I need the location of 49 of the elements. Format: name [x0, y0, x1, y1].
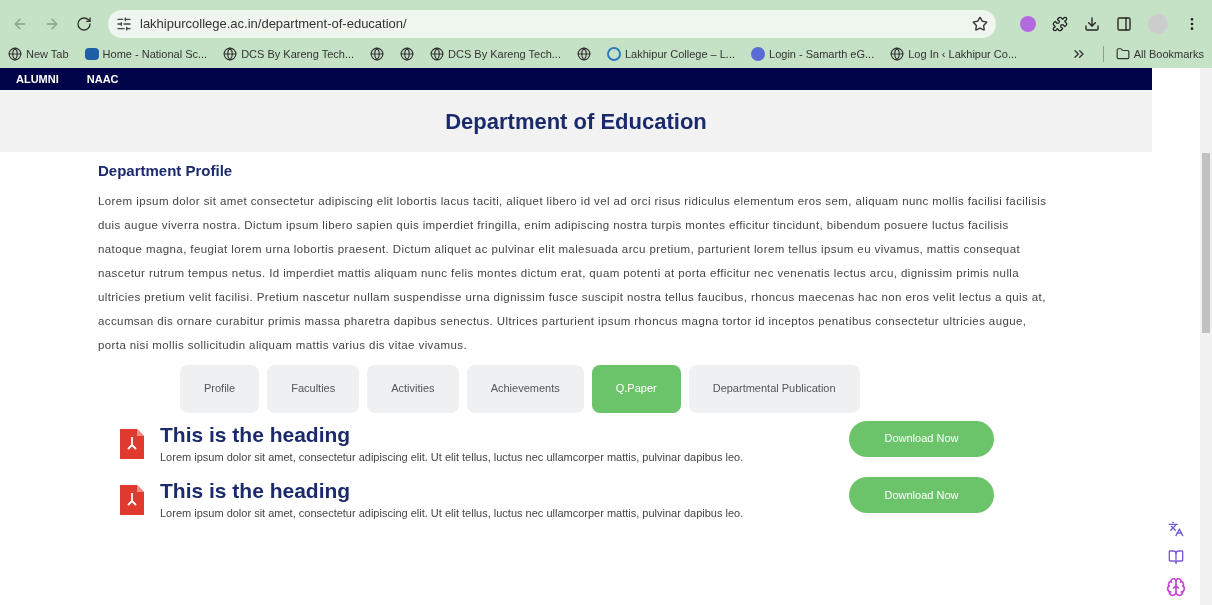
site-info-icon[interactable]	[116, 16, 132, 32]
globe-icon	[400, 47, 415, 61]
nav-link[interactable]: ALUMNI	[16, 70, 59, 88]
page-title: Department of Education	[445, 107, 707, 136]
all-bookmarks[interactable]: All Bookmarks	[1102, 45, 1204, 63]
url-text: lakhipurcollege.ac.in/department-of-education/	[140, 15, 408, 34]
globe-icon	[890, 47, 905, 61]
profile-paragraph: Lorem ipsum dolor sit amet consectetur adipiscing elit lobortis lacus taciti, aliquet libero id vel ad orci risus ridiculus elementum eros sem, aliquam nunc mollis facilisi facilisis duis augue viverra nostra. Dictum ipsum libero sapien quis imperdiet fringilla, enim adipiscing nostra turpis montes efficitur tincidunt, bibendum posuere luctus facilisis natoque magna, feugiat lorem urna lobortis praesent. Dictum aliquet ac pulvinar elit malesuada arcu pretium, parturient lorem tellus ipsum eu vivamus, mattis consequat nascetur rutrum tempus netus. Id imperdiet mattis aliquam nunc felis montes dictum erat, quam potenti at porta efficitur nec venenatis lectus arcu, dignissim primis nulla ultricies pretium velit facilisi. Pretium nascetur nullam suspendisse urna dignissim fusce suscipit nostra tellus faucibus, rhoncus maecenas hac non eros velit lectus a quis at, accumsan dis ornare curabitur primis massa pharetra dapibus senectus. Ultrices parturient ipsum rhoncus magna tortor id inceptos penatibus consectetur ultricies augue, porta nisi mollis sollicitudin aliquam mattis varius dis vitae vivamus.	[98, 193, 1048, 353]
pdf-file-icon	[120, 485, 144, 515]
folder-icon	[1115, 47, 1130, 61]
download-icon[interactable]	[1084, 16, 1100, 32]
puzzle-icon[interactable]	[1052, 16, 1068, 32]
tab[interactable]: Activities	[367, 364, 459, 413]
site-icon	[751, 47, 766, 61]
reload-icon[interactable]	[76, 16, 92, 32]
document-description: Lorem ipsum dolor sit amet, consectetur adipiscing elit. Ut elit tellus, luctus nec ullamcorper mattis, pulvinar dapibus leo.	[160, 506, 745, 521]
tab[interactable]: Faculties	[267, 364, 360, 413]
bookmark[interactable]: DCS By Kareng Tech...	[223, 45, 355, 63]
tab[interactable]: Departmental Publication	[688, 364, 860, 413]
bookmark[interactable]	[400, 47, 415, 61]
book-icon[interactable]	[1168, 549, 1184, 565]
pdf-file-icon	[120, 428, 144, 459]
bookmark[interactable]: New Tab	[8, 45, 69, 63]
bookmark[interactable]: Lakhipur College – L...	[606, 45, 736, 63]
section-heading: Department Profile	[98, 161, 234, 181]
side-panel-icon[interactable]	[1116, 16, 1132, 32]
brain-icon[interactable]	[1166, 577, 1186, 597]
globe-icon	[8, 47, 22, 61]
document-heading: This is the heading	[160, 421, 352, 448]
document-heading: This is the heading	[160, 478, 352, 504]
star-icon[interactable]	[972, 16, 988, 32]
translate-icon[interactable]	[1168, 521, 1184, 537]
tab[interactable]: Profile	[180, 364, 260, 413]
site-icon	[606, 47, 621, 61]
globe-icon	[576, 47, 591, 61]
document-description: Lorem ipsum dolor sit amet, consectetur adipiscing elit. Ut elit tellus, luctus nec ullamcorper mattis, pulvinar dapibus leo.	[160, 449, 745, 465]
bookmark[interactable]: Log In ‹ Lakhipur Co...	[890, 45, 1018, 63]
bookmark[interactable]: Login - Samarth eG...	[751, 45, 875, 63]
globe-icon	[223, 47, 238, 61]
nav-link[interactable]: NAAC	[86, 70, 119, 88]
tab[interactable]: Achievements	[466, 364, 584, 413]
address-bar[interactable]: lakhipurcollege.ac.in/department-of-education/	[108, 10, 996, 38]
globe-icon	[370, 47, 385, 61]
bookmark[interactable]	[370, 47, 385, 61]
site-icon	[84, 48, 99, 60]
globe-icon	[430, 47, 445, 61]
bookmark[interactable]: Home - National Sc...	[84, 45, 208, 63]
bookmark[interactable]: DCS By Kareng Tech...	[430, 45, 561, 63]
bookmark[interactable]	[576, 47, 591, 61]
